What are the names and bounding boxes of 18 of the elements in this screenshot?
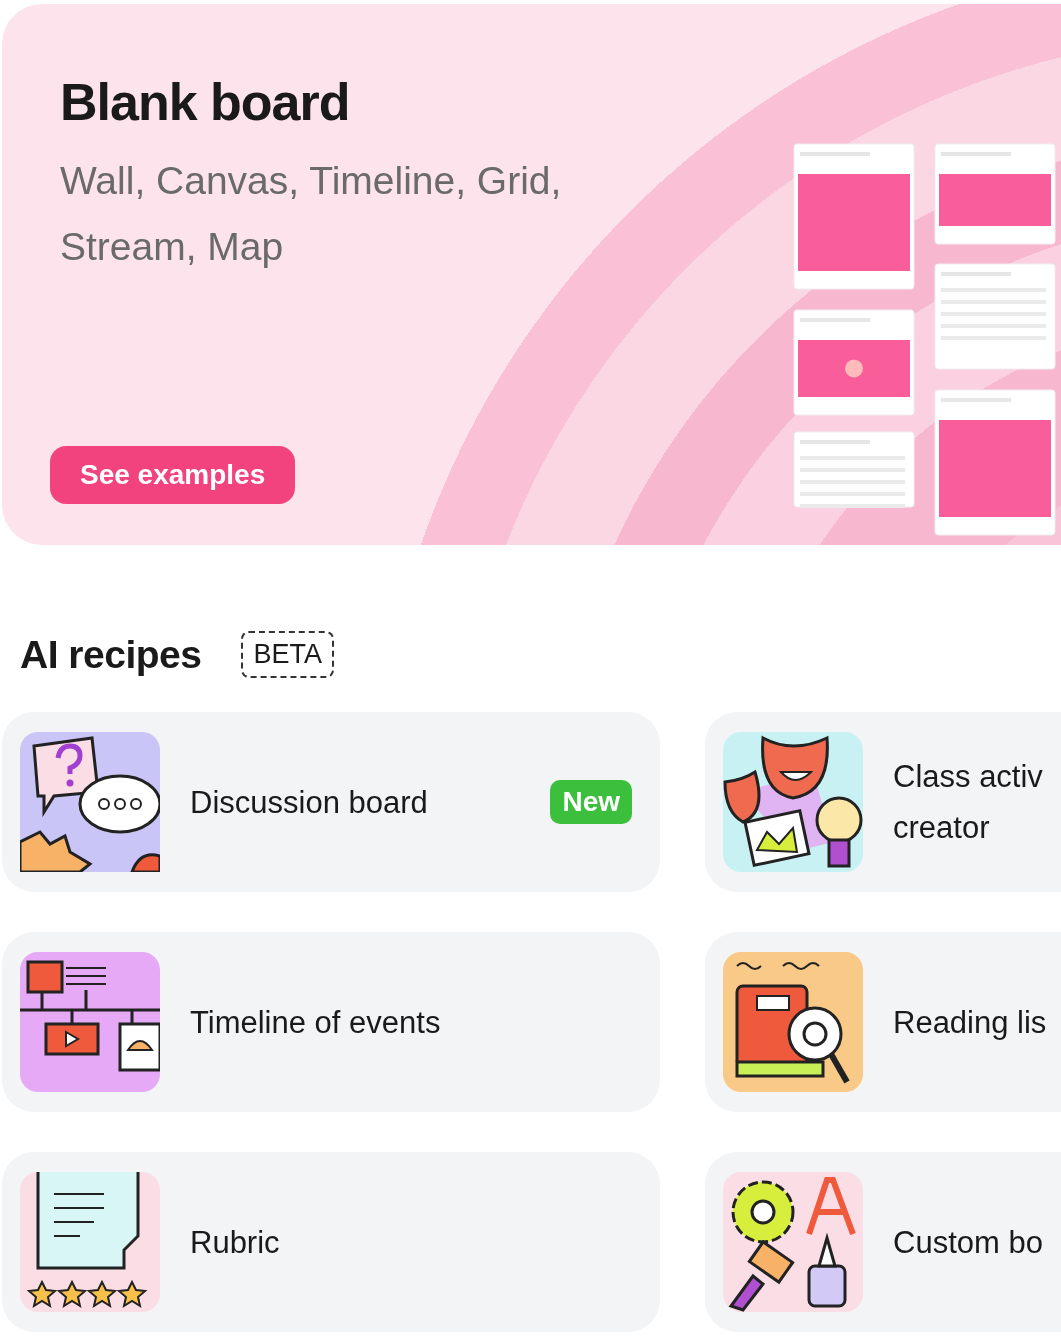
recipe-title: Class activ creator: [893, 758, 1044, 847]
recipe-title: Discussion board: [190, 783, 428, 822]
board-title: Blank board: [60, 72, 350, 132]
recipe-card[interactable]: Reading lis: [705, 932, 1061, 1112]
recipe-card[interactable]: Rubric: [2, 1152, 660, 1332]
board-types-text: Wall, Canvas, Timeline, Grid, Stream, Map: [60, 158, 563, 270]
section-title: AI recipes: [20, 632, 202, 677]
recipe-card[interactable]: Class activ creator: [705, 712, 1061, 892]
recipe-card[interactable]: Timeline of events: [2, 932, 660, 1112]
recipe-card[interactable]: Custom bo: [705, 1152, 1061, 1332]
see-examples-button[interactable]: See examples: [50, 446, 296, 504]
recipe-title: Reading lis: [893, 1003, 1048, 1042]
recipe-title: Timeline of events: [190, 1003, 441, 1042]
new-badge: New: [550, 780, 632, 824]
recipe-title: Rubric: [190, 1223, 280, 1262]
recipe-card[interactable]: Discussion board New: [2, 712, 660, 892]
recipe-title: Custom bo: [893, 1223, 1044, 1262]
beta-badge: BETA: [241, 631, 334, 678]
